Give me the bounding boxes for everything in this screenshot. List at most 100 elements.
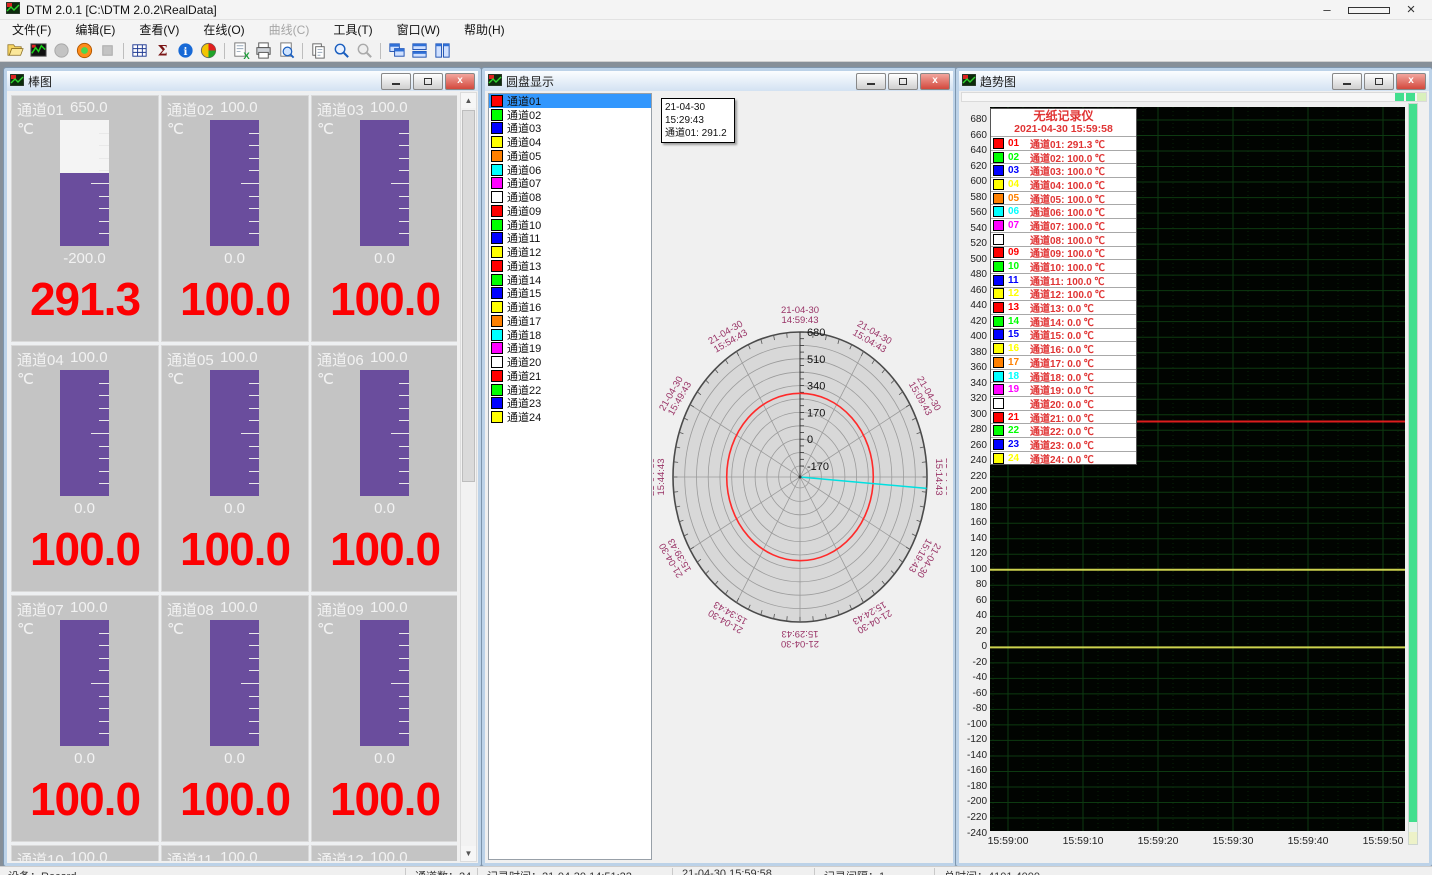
disc-window-titlebar[interactable]: 圆盘显示 x xyxy=(485,71,953,92)
channel-list[interactable]: 通道01通道02通道03通道04通道05通道06通道07通道08通道09通道10… xyxy=(488,93,652,860)
close-button[interactable]: x xyxy=(445,73,475,90)
minimize-button[interactable] xyxy=(1332,73,1362,90)
scale-max-label: 100.0 xyxy=(220,349,258,366)
x-axis-tick-label: 15:59:20 xyxy=(1138,835,1179,847)
channel-value: 100.0 xyxy=(162,522,308,576)
channel-number: 14 xyxy=(1008,316,1024,327)
menu-7[interactable]: 窗口(W) xyxy=(385,20,452,40)
tile-horizontal-icon[interactable] xyxy=(408,40,431,61)
cascade-windows-icon[interactable] xyxy=(385,40,408,61)
tick-mark xyxy=(399,145,409,146)
maximize-button[interactable] xyxy=(1364,73,1394,90)
record-icon[interactable] xyxy=(73,40,96,61)
channel-color-swatch xyxy=(491,191,503,203)
channel-color-swatch xyxy=(993,220,1004,231)
channel-value: 100.0 xyxy=(162,772,308,826)
menu-8[interactable]: 帮助(H) xyxy=(452,20,517,40)
scale-max-label: 100.0 xyxy=(370,99,408,116)
zoom-in-icon[interactable] xyxy=(330,40,353,61)
tick-mark xyxy=(99,633,109,634)
scroll-down-icon[interactable]: ▼ xyxy=(461,846,476,861)
scrollbar-end[interactable] xyxy=(1417,93,1426,101)
y-axis-tick-label: -200 xyxy=(959,796,987,807)
y-axis-tick-label: 160 xyxy=(959,517,987,528)
tick-mark xyxy=(249,721,259,722)
trend-window-titlebar[interactable]: 趋势图 x xyxy=(959,71,1429,92)
export-data-icon[interactable]: X xyxy=(229,40,252,61)
scale-min-label: 0.0 xyxy=(182,500,287,517)
unit-label: ℃ xyxy=(167,370,184,388)
statistics-sigma-icon[interactable]: Σ xyxy=(151,40,174,61)
channel-number: 07 xyxy=(1008,220,1024,231)
tick-mark xyxy=(99,696,109,697)
open-file-icon[interactable] xyxy=(4,40,27,61)
tick-mark xyxy=(99,420,109,421)
print-preview-icon[interactable] xyxy=(275,40,298,61)
copy-icon[interactable] xyxy=(307,40,330,61)
y-axis-tick-label: 640 xyxy=(959,145,987,156)
minimize-button[interactable] xyxy=(381,73,411,90)
menu-4[interactable]: 在线(O) xyxy=(191,20,256,40)
bar-gauge-panel: 通道09100.0℃0.0100.0 xyxy=(311,595,457,842)
scroll-up-icon[interactable]: ▲ xyxy=(461,93,476,108)
menu-2[interactable]: 编辑(E) xyxy=(63,20,127,40)
data-table-icon[interactable] xyxy=(128,40,151,61)
channel-color-swatch xyxy=(993,138,1004,149)
maximize-button[interactable] xyxy=(1348,0,1390,20)
menu-6[interactable]: 工具(T) xyxy=(321,20,384,40)
menu-3[interactable]: 查看(V) xyxy=(127,20,191,40)
menu-1[interactable]: 文件(F) xyxy=(0,20,63,40)
tick-mark xyxy=(399,446,409,447)
channel-number: 02 xyxy=(1008,152,1024,163)
close-button[interactable]: x xyxy=(920,73,950,90)
channel-number: 06 xyxy=(1008,206,1024,217)
horizontal-scrollbar[interactable] xyxy=(961,92,1427,102)
channel-list-item[interactable]: 通道24 xyxy=(489,410,651,424)
close-button[interactable]: x xyxy=(1396,73,1426,90)
channel-number: 10 xyxy=(1008,261,1024,272)
minimize-button[interactable]: – xyxy=(1306,0,1348,20)
tile-vertical-icon[interactable] xyxy=(431,40,454,61)
tick-mark xyxy=(249,221,259,222)
realtime-display-icon[interactable] xyxy=(27,40,50,61)
channel-color-swatch xyxy=(491,164,503,176)
scrollbar-thumb[interactable] xyxy=(462,110,475,482)
channel-color-swatch xyxy=(993,247,1004,258)
menu-5[interactable]: 曲线(C) xyxy=(257,20,322,40)
y-axis-tick-label: -60 xyxy=(959,688,987,699)
tick-mark xyxy=(391,433,409,434)
info-icon[interactable]: i xyxy=(174,40,197,61)
vertical-scrollbar[interactable]: ▲ ▼ xyxy=(460,92,477,862)
channel-color-swatch xyxy=(491,177,503,189)
print-icon[interactable] xyxy=(252,40,275,61)
scrollbar-thumb[interactable] xyxy=(1406,93,1415,101)
maximize-button[interactable] xyxy=(888,73,918,90)
tooltip-line: 通道01: 291.2 xyxy=(665,127,731,140)
maximize-button[interactable] xyxy=(413,73,443,90)
start-disabled-icon[interactable] xyxy=(50,40,73,61)
tick-mark xyxy=(249,420,259,421)
bar-window-titlebar[interactable]: 棒图 x xyxy=(7,71,478,92)
scrollbar-end[interactable] xyxy=(1409,832,1417,844)
y-axis-tick-label: 660 xyxy=(959,130,987,141)
tick-mark xyxy=(391,683,409,684)
stop-disabled-icon[interactable] xyxy=(96,40,119,61)
channel-number: 11 xyxy=(1008,275,1024,286)
pie-chart-icon[interactable] xyxy=(197,40,220,61)
tick-mark xyxy=(249,208,259,209)
minimize-button[interactable] xyxy=(856,73,886,90)
tick-mark xyxy=(99,708,109,709)
y-axis-tick-label: 600 xyxy=(959,176,987,187)
zoom-out-disabled-icon[interactable] xyxy=(353,40,376,61)
y-axis-tick-label: 180 xyxy=(959,502,987,513)
channel-color-swatch xyxy=(993,261,1004,272)
vertical-scrollbar[interactable] xyxy=(1408,103,1418,845)
scrollbar-thumb[interactable] xyxy=(1395,93,1404,101)
bar-graph-window: 棒图 x 通道01650.0℃-200.0291.3通道02100.0℃0.01… xyxy=(4,68,481,866)
tick-mark xyxy=(99,670,109,671)
close-button[interactable]: × xyxy=(1390,0,1432,20)
svg-text:0: 0 xyxy=(807,434,813,446)
channel-number: 08 xyxy=(1008,234,1024,245)
scrollbar-thumb[interactable] xyxy=(1409,104,1417,822)
tick-mark xyxy=(399,133,409,134)
